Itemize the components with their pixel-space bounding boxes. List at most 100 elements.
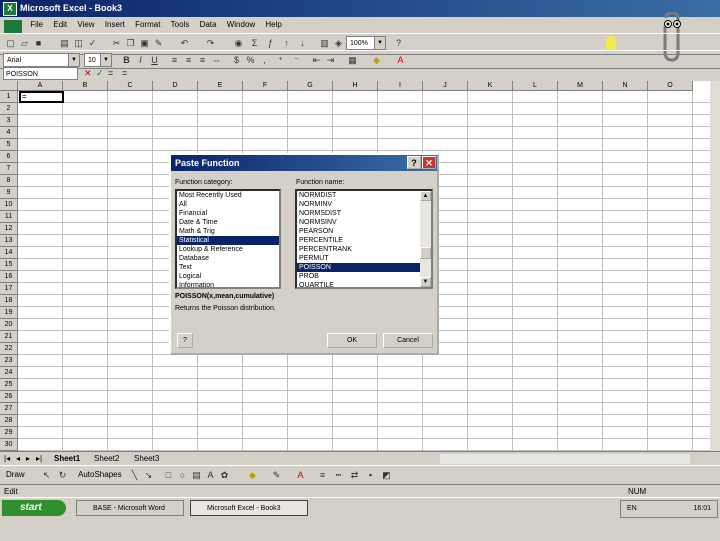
column-header-B[interactable]: B bbox=[63, 81, 108, 91]
arrow-icon[interactable]: ↘ bbox=[142, 469, 155, 481]
tab-sheet1[interactable]: Sheet1 bbox=[54, 454, 80, 463]
textbox-icon[interactable]: ▤ bbox=[190, 469, 203, 481]
row-header-6[interactable]: 6 bbox=[0, 151, 18, 163]
paste-icon[interactable]: ▣ bbox=[138, 37, 151, 49]
row-header-14[interactable]: 14 bbox=[0, 247, 18, 259]
horizontal-scrollbar[interactable] bbox=[440, 454, 690, 464]
taskbar-word[interactable]: BASE - Microsoft Word bbox=[76, 500, 184, 516]
row-header-22[interactable]: 22 bbox=[0, 343, 18, 355]
cancel-button[interactable]: Cancel bbox=[383, 333, 433, 348]
borders-icon[interactable]: ▦ bbox=[346, 54, 359, 66]
function-item[interactable]: PERCENTRANK bbox=[297, 245, 420, 254]
category-item[interactable]: Financial bbox=[177, 209, 279, 218]
chart-wizard-icon[interactable]: ▥ bbox=[318, 37, 331, 49]
scroll-thumb[interactable] bbox=[420, 247, 431, 259]
edit-formula-icon[interactable]: = bbox=[108, 67, 113, 80]
copy-icon[interactable]: ❐ bbox=[124, 37, 137, 49]
draw-menu[interactable]: Draw bbox=[6, 470, 25, 479]
scroll-up-icon[interactable]: ▲ bbox=[420, 191, 431, 201]
close-icon[interactable]: ✕ bbox=[422, 156, 436, 169]
select-objects-icon[interactable]: ↖ bbox=[40, 469, 53, 481]
clipart-icon[interactable]: ✿ bbox=[218, 469, 231, 481]
function-item[interactable]: QUARTILE bbox=[297, 281, 420, 287]
row-header-24[interactable]: 24 bbox=[0, 367, 18, 379]
italic-icon[interactable]: I bbox=[134, 54, 147, 66]
formula-input[interactable]: = bbox=[122, 67, 127, 80]
arrow-style-icon[interactable]: ⇄ bbox=[348, 469, 361, 481]
select-all-corner[interactable] bbox=[0, 81, 18, 91]
office-assistant-button[interactable]: ? bbox=[177, 333, 193, 348]
font-select[interactable]: Arial ▼ bbox=[3, 53, 80, 67]
menu-window[interactable]: Window bbox=[223, 17, 259, 29]
row-header-20[interactable]: 20 bbox=[0, 319, 18, 331]
function-item[interactable]: PROB bbox=[297, 272, 420, 281]
taskbar-excel[interactable]: Microsoft Excel - Book3 bbox=[190, 500, 308, 516]
column-header-O[interactable]: O bbox=[648, 81, 693, 91]
save-icon[interactable]: ■ bbox=[32, 37, 45, 49]
row-header-3[interactable]: 3 bbox=[0, 115, 18, 127]
menu-file[interactable]: File bbox=[26, 17, 47, 29]
increase-decimal-icon[interactable]: ⁺ bbox=[274, 54, 287, 66]
category-item[interactable]: Information bbox=[177, 281, 279, 287]
sort-ascending-icon[interactable]: ↑ bbox=[280, 37, 293, 49]
tab-sheet2[interactable]: Sheet2 bbox=[94, 454, 119, 463]
next-sheet-icon[interactable]: ▸ bbox=[26, 454, 30, 463]
print-preview-icon[interactable]: ◫ bbox=[72, 37, 85, 49]
menu-tools[interactable]: Tools bbox=[167, 17, 194, 29]
column-header-J[interactable]: J bbox=[423, 81, 468, 91]
row-header-29[interactable]: 29 bbox=[0, 427, 18, 439]
function-item[interactable]: POISSON bbox=[297, 263, 420, 272]
align-right-icon[interactable]: ≡ bbox=[196, 54, 209, 66]
currency-icon[interactable]: $ bbox=[230, 54, 243, 66]
last-sheet-icon[interactable]: ▸| bbox=[36, 454, 42, 463]
function-item[interactable]: PERMUT bbox=[297, 254, 420, 263]
function-icon[interactable]: ƒ bbox=[264, 37, 277, 49]
merge-center-icon[interactable]: ⇔ bbox=[210, 54, 223, 66]
help-icon[interactable]: ? bbox=[392, 37, 405, 49]
column-header-I[interactable]: I bbox=[378, 81, 423, 91]
category-item[interactable]: Statistical bbox=[177, 236, 279, 245]
row-header-8[interactable]: 8 bbox=[0, 175, 18, 187]
row-header-5[interactable]: 5 bbox=[0, 139, 18, 151]
row-header-27[interactable]: 27 bbox=[0, 403, 18, 415]
active-cell-a1[interactable]: = bbox=[19, 91, 64, 103]
spelling-icon[interactable]: ✓ bbox=[86, 37, 99, 49]
open-icon[interactable]: ▱ bbox=[18, 37, 31, 49]
vertical-scrollbar[interactable] bbox=[710, 81, 720, 451]
font-size-select[interactable]: 10 ▼ bbox=[84, 53, 112, 67]
print-icon[interactable]: ▤ bbox=[58, 37, 71, 49]
category-item[interactable]: All bbox=[177, 200, 279, 209]
column-header-D[interactable]: D bbox=[153, 81, 198, 91]
undo-icon[interactable]: ↶ bbox=[178, 37, 191, 49]
row-header-23[interactable]: 23 bbox=[0, 355, 18, 367]
row-header-12[interactable]: 12 bbox=[0, 223, 18, 235]
align-center-icon[interactable]: ≡ bbox=[182, 54, 195, 66]
row-header-18[interactable]: 18 bbox=[0, 295, 18, 307]
function-item[interactable]: PEARSON bbox=[297, 227, 420, 236]
menu-help[interactable]: Help bbox=[261, 17, 285, 29]
bold-icon[interactable]: B bbox=[120, 54, 133, 66]
fill-color-icon[interactable]: ◆ bbox=[246, 469, 259, 481]
zoom-select[interactable]: 100% ▼ bbox=[346, 36, 386, 50]
cut-icon[interactable]: ✂ bbox=[110, 37, 123, 49]
row-header-2[interactable]: 2 bbox=[0, 103, 18, 115]
category-list[interactable]: Most Recently Used All Financial Date & Tim… bbox=[175, 189, 281, 289]
prev-sheet-icon[interactable]: ◂ bbox=[16, 454, 20, 463]
start-button[interactable]: start bbox=[2, 500, 66, 516]
fill-color-icon[interactable]: ◆ bbox=[370, 54, 383, 66]
row-header-7[interactable]: 7 bbox=[0, 163, 18, 175]
row-header-1[interactable]: 1 bbox=[0, 91, 18, 103]
3d-icon[interactable]: ◩ bbox=[380, 469, 393, 481]
function-item[interactable]: NORMSINV bbox=[297, 218, 420, 227]
row-header-17[interactable]: 17 bbox=[0, 283, 18, 295]
column-header-K[interactable]: K bbox=[468, 81, 513, 91]
function-item[interactable]: NORMDIST bbox=[297, 191, 420, 200]
column-header-G[interactable]: G bbox=[288, 81, 333, 91]
align-left-icon[interactable]: ≡ bbox=[168, 54, 181, 66]
category-item[interactable]: Most Recently Used bbox=[177, 191, 279, 200]
comma-style-icon[interactable]: , bbox=[258, 54, 271, 66]
row-header-25[interactable]: 25 bbox=[0, 379, 18, 391]
new-icon[interactable]: ▢ bbox=[4, 37, 17, 49]
free-rotate-icon[interactable]: ↻ bbox=[56, 469, 69, 481]
row-header-15[interactable]: 15 bbox=[0, 259, 18, 271]
